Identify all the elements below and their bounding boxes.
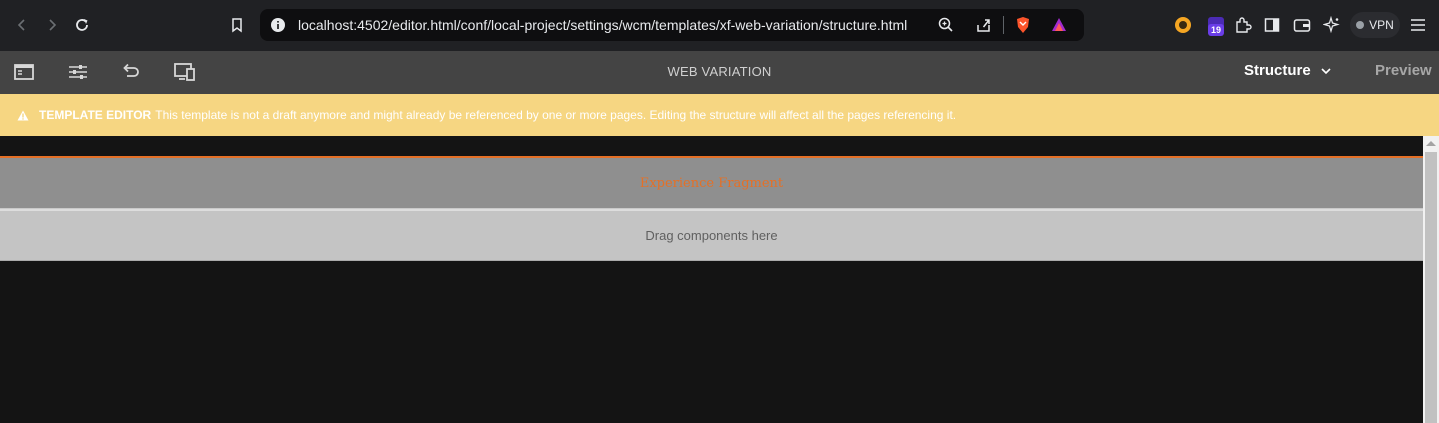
bookmark-icon: [232, 18, 242, 33]
wallet-icon: [1293, 19, 1311, 32]
menu-button[interactable]: [1408, 12, 1428, 38]
extension-button[interactable]: [1172, 12, 1194, 38]
browser-toolbar: localhost:4502/editor.html/conf/local-pr…: [0, 0, 1439, 51]
warning-icon: [17, 110, 29, 120]
page-title: WEB VARIATION: [667, 64, 772, 79]
brave-rewards-icon[interactable]: [1050, 16, 1068, 34]
drop-zone-label: Drag components here: [645, 228, 778, 243]
vpn-status-dot: [1356, 21, 1365, 29]
vpn-label: VPN: [1369, 18, 1394, 32]
share-icon[interactable]: [975, 16, 993, 34]
sparkle-icon: [1323, 16, 1340, 34]
back-button[interactable]: [6, 9, 38, 41]
preview-button[interactable]: Preview: [1375, 62, 1432, 79]
alert-message: This template is not a draft anymore and…: [155, 108, 957, 122]
info-icon: [271, 18, 285, 32]
mode-label: Structure: [1244, 62, 1311, 79]
address-bar[interactable]: localhost:4502/editor.html/conf/local-pr…: [260, 9, 1084, 41]
editor-toolbar: WEB VARIATION Structure Preview: [0, 51, 1439, 94]
scroll-up-arrow-icon[interactable]: [1426, 141, 1436, 146]
extension-orange-icon: [1175, 17, 1191, 33]
scroll-thumb[interactable]: [1425, 152, 1437, 423]
chevron-left-icon: [17, 19, 25, 31]
forward-button[interactable]: [36, 9, 68, 41]
reload-icon: [76, 19, 88, 31]
wallet-button[interactable]: [1292, 12, 1312, 38]
url-text: localhost:4502/editor.html/conf/local-pr…: [298, 17, 908, 33]
bookmark-button[interactable]: [221, 9, 253, 41]
sidebar-icon: [1264, 18, 1280, 32]
component-label: Experience Fragment: [639, 175, 784, 191]
sidebar-button[interactable]: [1262, 12, 1282, 38]
leo-ai-button[interactable]: [1322, 12, 1342, 38]
experience-fragment-component[interactable]: Experience Fragment: [0, 156, 1423, 209]
puzzle-icon: [1236, 17, 1252, 33]
extensions-button[interactable]: [1232, 12, 1254, 38]
reload-button[interactable]: [66, 9, 98, 41]
vertical-scrollbar[interactable]: [1423, 136, 1439, 423]
component-drop-zone[interactable]: Drag components here: [0, 209, 1423, 261]
chevron-right-icon: [49, 19, 57, 31]
hamburger-icon: [1411, 19, 1425, 31]
extension-badge: 19: [1208, 24, 1225, 36]
mode-selector[interactable]: Structure: [1244, 62, 1331, 79]
extension-badge-button[interactable]: 19: [1204, 12, 1230, 38]
alert-title: TEMPLATE EDITOR: [39, 108, 152, 122]
editor-canvas: Experience Fragment Drag components here: [0, 136, 1439, 423]
template-editor-alert: TEMPLATE EDITOR This template is not a d…: [0, 94, 1439, 136]
vpn-button[interactable]: VPN: [1350, 12, 1400, 38]
brave-shield-icon[interactable]: [1014, 16, 1032, 34]
zoom-icon[interactable]: [937, 16, 955, 34]
chevron-down-icon: [1321, 67, 1331, 74]
